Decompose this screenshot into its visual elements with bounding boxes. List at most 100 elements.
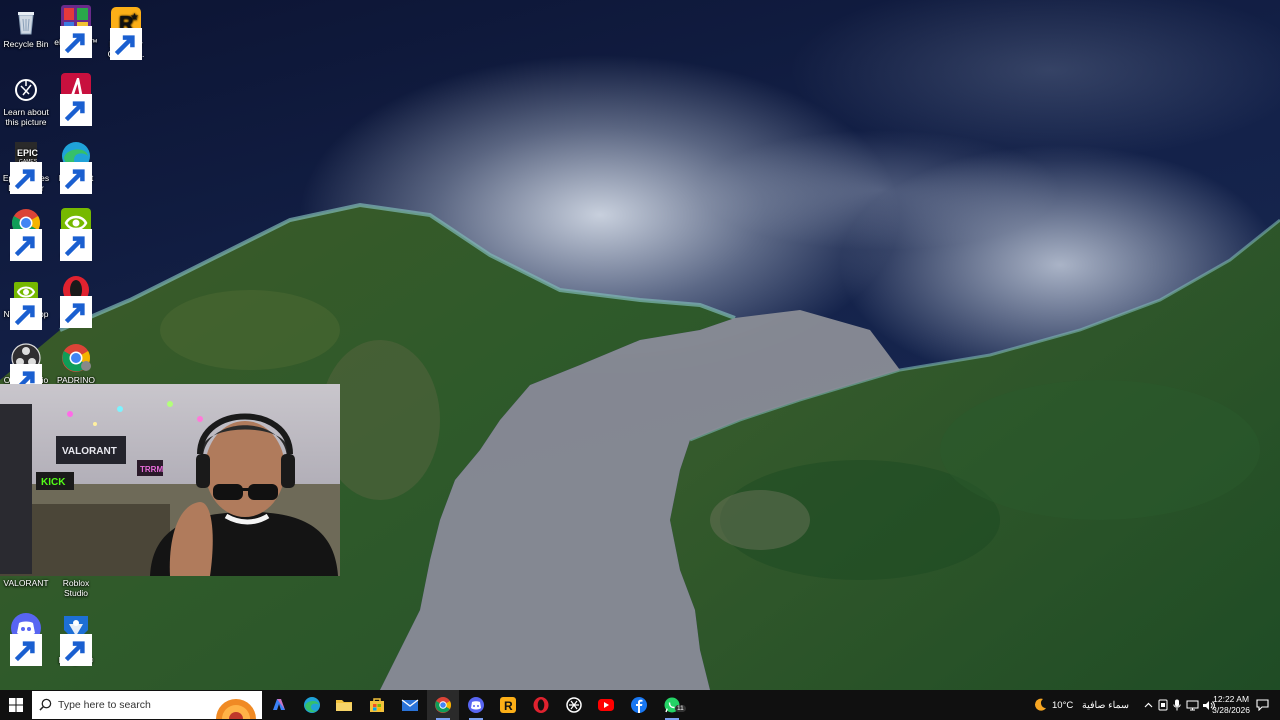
taskbar-rockstar[interactable]: R bbox=[492, 690, 524, 720]
desktop-icon-roblox-studio[interactable]: Roblox Studio bbox=[50, 578, 102, 598]
show-hidden-icons-button[interactable] bbox=[1142, 690, 1154, 720]
shortcut-arrow-icon bbox=[60, 634, 92, 666]
chrome-icon bbox=[435, 697, 451, 713]
taskbar-microsoft-store[interactable] bbox=[361, 690, 393, 720]
rocket-league-icon bbox=[60, 612, 92, 666]
recycle-bin-icon bbox=[10, 6, 42, 38]
opera-icon bbox=[533, 697, 549, 713]
shortcut-arrow-icon bbox=[60, 296, 92, 328]
desktop-icon-rocket-league[interactable]: Rocket League® bbox=[50, 612, 102, 666]
weather-temperature: 10°C bbox=[1052, 699, 1074, 711]
nvidia-icon bbox=[60, 207, 92, 261]
search-placeholder: Type here to search bbox=[58, 699, 151, 711]
taskbar-youtube[interactable] bbox=[590, 690, 622, 720]
discord-icon bbox=[10, 612, 42, 666]
opera-icon bbox=[60, 274, 92, 328]
desktop-icon-nvidia-app[interactable]: NVIDIA App bbox=[0, 276, 52, 330]
trrm-sign: TRRM bbox=[140, 465, 163, 474]
taskbar-chrome[interactable] bbox=[427, 690, 459, 720]
desktop-icon-padrino[interactable]: PADRINO bbox=[50, 342, 102, 385]
notification-icon bbox=[1256, 699, 1269, 711]
taskbar-whatsapp[interactable]: 11 bbox=[656, 690, 688, 720]
youtube-icon bbox=[598, 699, 614, 711]
shortcut-arrow-icon bbox=[60, 26, 92, 58]
rockstar-games-icon: R bbox=[500, 697, 516, 713]
desktop-icon-opera-browser[interactable]: Opera Browser bbox=[50, 274, 102, 328]
whatsapp-badge: 11 bbox=[675, 705, 686, 712]
rockstar-games-icon: R ★ bbox=[110, 6, 142, 60]
shortcut-arrow-icon bbox=[60, 94, 92, 126]
epic-games-icon: EPICGAMES bbox=[10, 140, 42, 194]
taskbar-chatgpt[interactable] bbox=[558, 690, 590, 720]
microsoft-store-icon bbox=[370, 698, 384, 712]
kick-sign: KICK bbox=[41, 477, 66, 488]
discord-chrome-icon bbox=[468, 697, 484, 713]
taskbar-copilot[interactable] bbox=[263, 690, 295, 720]
shortcut-arrow-icon bbox=[10, 229, 42, 261]
start-button[interactable] bbox=[0, 690, 32, 720]
edge-icon bbox=[60, 140, 92, 194]
search-highlight-icon bbox=[216, 699, 256, 719]
svg-text:★: ★ bbox=[130, 12, 139, 23]
tray-device-icon[interactable] bbox=[1157, 690, 1169, 720]
chevron-up-icon bbox=[1144, 702, 1152, 708]
webcam-feed: VALORANT KICK TRRM bbox=[0, 384, 340, 576]
svg-text:R: R bbox=[504, 699, 513, 713]
desktop-icon-epic-games[interactable]: EPICGAMES Epic Games Launcher bbox=[0, 140, 52, 194]
clock-date: 3/28/2026 bbox=[1212, 705, 1250, 715]
desktop-icon-google-chrome[interactable]: Google Chrome bbox=[0, 207, 52, 261]
desktop-icon-fivem[interactable]: FiveM bbox=[50, 72, 102, 126]
desktop-icon-nvidia-geforce[interactable]: NVIDIA GeFor... bbox=[50, 207, 102, 261]
mail-icon bbox=[401, 699, 419, 711]
network-icon bbox=[1186, 700, 1198, 710]
shortcut-arrow-icon bbox=[10, 162, 42, 194]
desktop-icon-efootball[interactable]: eFootball™ bbox=[50, 4, 102, 58]
network-button[interactable] bbox=[1185, 690, 1199, 720]
search-icon bbox=[39, 698, 52, 711]
facebook-icon bbox=[631, 697, 647, 713]
file-explorer-icon bbox=[336, 700, 352, 711]
nvidia-icon bbox=[10, 276, 42, 330]
desktop-icon-rockstar-games[interactable]: R★ Rockstar Games ... bbox=[100, 6, 152, 60]
taskbar-file-explorer[interactable] bbox=[328, 690, 360, 720]
shortcut-arrow-icon bbox=[10, 634, 42, 666]
taskbar-edge[interactable] bbox=[296, 690, 328, 720]
clock-time: 12:22 AM bbox=[1213, 694, 1250, 704]
notification-center-button[interactable] bbox=[1256, 690, 1272, 720]
desktop-wallpaper: Recycle Bin eFootball™ R★ Rockstar Games… bbox=[0, 0, 1280, 690]
weather-condition: سماء صافية bbox=[1082, 699, 1129, 711]
desktop-icon-valorant[interactable]: VALORANT bbox=[0, 578, 52, 588]
taskbar-facebook[interactable] bbox=[623, 690, 655, 720]
microphone-icon bbox=[1173, 699, 1181, 711]
desktop-icon-learn-about-picture[interactable]: Learn about this picture bbox=[0, 74, 52, 127]
shortcut-arrow-icon bbox=[10, 298, 42, 330]
shortcut-arrow-icon bbox=[60, 229, 92, 261]
taskbar: Type here to search R 11 10°C سماء صافية… bbox=[0, 690, 1280, 720]
shortcut-arrow-icon bbox=[60, 162, 92, 194]
copilot-icon bbox=[273, 699, 285, 710]
microphone-button[interactable] bbox=[1171, 690, 1183, 720]
desktop-icon-recycle-bin[interactable]: Recycle Bin bbox=[0, 6, 52, 49]
desktop-icon-discord[interactable]: Discord bbox=[0, 612, 52, 666]
desktop-icon-microsoft-edge[interactable]: Microsoft Edge bbox=[50, 140, 102, 194]
chatgpt-icon bbox=[566, 697, 582, 713]
taskbar-discord-chrome[interactable] bbox=[460, 690, 492, 720]
webcam-overlay: VALORANT KICK TRRM bbox=[0, 384, 340, 576]
desktop-icon-obs-studio[interactable]: OBS Studio bbox=[0, 342, 52, 396]
taskbar-mail[interactable] bbox=[394, 690, 426, 720]
shortcut-arrow-icon bbox=[110, 28, 142, 60]
svg-text:EPIC: EPIC bbox=[17, 148, 39, 158]
clock[interactable]: 12:22 AM 3/28/2026 bbox=[1212, 694, 1250, 716]
obs-icon bbox=[10, 342, 42, 396]
chrome-icon bbox=[10, 207, 42, 261]
shortcut-arrow-icon bbox=[10, 364, 42, 396]
taskbar-opera[interactable] bbox=[525, 690, 557, 720]
edge-icon bbox=[304, 697, 320, 713]
taskbar-search-box[interactable]: Type here to search bbox=[32, 691, 262, 719]
device-icon bbox=[1158, 699, 1168, 711]
weather-widget[interactable] bbox=[1032, 690, 1050, 720]
camera-icon bbox=[10, 74, 42, 106]
moon-icon bbox=[1035, 698, 1046, 711]
windows-logo-icon bbox=[9, 698, 23, 712]
valorant-sign: VALORANT bbox=[62, 446, 117, 457]
